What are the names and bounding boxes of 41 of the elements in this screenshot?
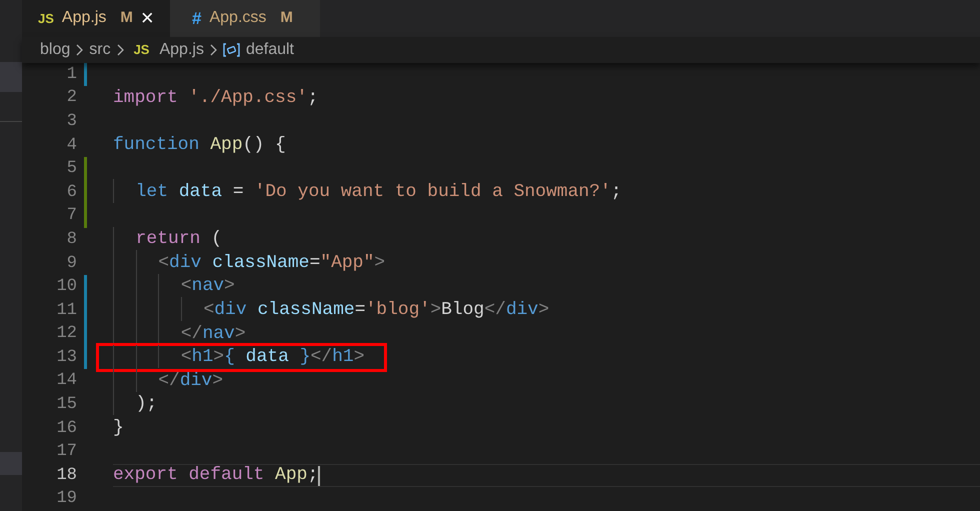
hash-file-icon: # <box>192 6 202 32</box>
modified-indicator: M <box>280 8 293 28</box>
chevron-icon <box>116 44 124 56</box>
breadcrumb-item[interactable]: blog <box>40 38 70 62</box>
line-number: 18 <box>56 464 77 487</box>
js-file-icon: JS <box>38 8 54 28</box>
line-number: 4 <box>66 134 77 157</box>
line-number: 16 <box>56 418 77 440</box>
code-line: } <box>113 416 124 440</box>
line-number: 7 <box>66 205 77 228</box>
code-line: export default App; <box>113 464 318 488</box>
modified-indicator: M <box>120 8 133 28</box>
line-number: 14 <box>56 370 77 392</box>
symbol-icon <box>222 42 240 57</box>
line-number: 10 <box>56 276 77 298</box>
chevron-icon <box>210 44 217 56</box>
breadcrumb-item[interactable]: default <box>246 38 294 62</box>
line-number: 5 <box>66 158 77 180</box>
line-number: 19 <box>56 488 77 510</box>
line-number: 13 <box>56 346 77 369</box>
close-icon[interactable]: × <box>140 7 154 30</box>
line-number: 8 <box>66 228 77 251</box>
breadcrumb-item[interactable]: App.js <box>159 38 204 62</box>
line-number: 3 <box>66 110 77 133</box>
line-number: 17 <box>56 441 77 464</box>
breadcrumb-item[interactable]: src <box>89 38 111 62</box>
line-number: 1 <box>66 64 77 86</box>
line-number: 15 <box>56 394 77 416</box>
editor-tab[interactable]: JS App.js M × <box>22 0 170 37</box>
line-number: 2 <box>66 87 77 110</box>
text-cursor <box>318 466 320 486</box>
code-line: function App() { <box>113 134 286 157</box>
code-line: import './App.css'; <box>113 86 318 110</box>
line-number: 9 <box>66 252 77 275</box>
line-number: 12 <box>56 323 77 346</box>
code-line: let data = 'Do you want to build a Snowman?'; <box>113 178 622 206</box>
line-number: 6 <box>66 182 77 204</box>
chevron-icon <box>76 44 84 56</box>
line-number: 11 <box>56 300 77 322</box>
editor-tab[interactable]: # App.css M <box>170 0 320 37</box>
js-file-icon: JS <box>134 40 150 60</box>
